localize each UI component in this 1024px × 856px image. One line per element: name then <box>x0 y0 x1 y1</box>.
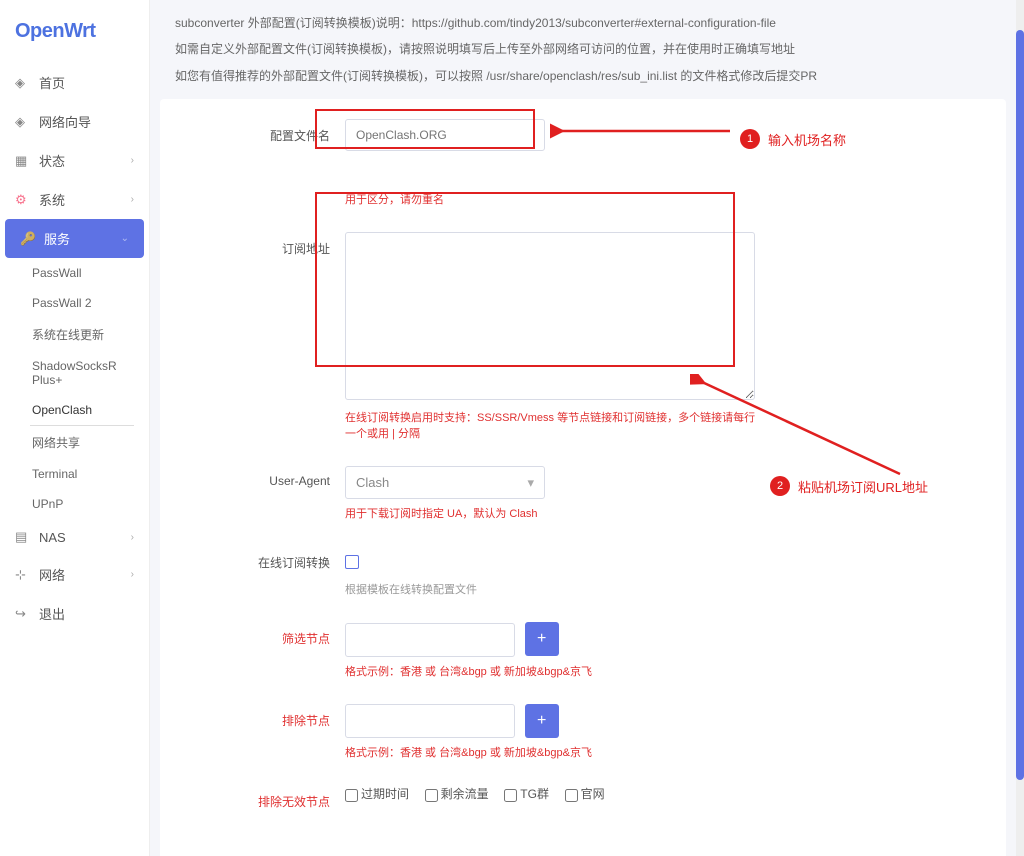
label-config-name: 配置文件名 <box>190 119 345 144</box>
scrollbar-thumb[interactable] <box>1016 30 1024 780</box>
nav-status[interactable]: ▦状态› <box>0 141 149 180</box>
main-content: subconverter 外部配置(订阅转换模板)说明：https://gith… <box>150 0 1016 856</box>
nav-network[interactable]: ⊹网络› <box>0 555 149 594</box>
network-icon: ⊹ <box>15 567 31 583</box>
nav-system[interactable]: ⚙系统› <box>0 180 149 219</box>
sidebar-item-upnp[interactable]: UPnP <box>0 489 149 519</box>
cube-icon: ◈ <box>15 114 31 130</box>
nav-logout[interactable]: ↪退出 <box>0 594 149 633</box>
sidebar-item-terminal[interactable]: Terminal <box>0 459 149 489</box>
scrollbar-track[interactable] <box>1016 0 1024 856</box>
nav-wizard[interactable]: ◈网络向导 <box>0 102 149 141</box>
grid-icon: ▦ <box>15 153 31 169</box>
sidebar-item-openclash[interactable]: OpenClash <box>30 395 134 426</box>
hint-url: 在线订阅转换启用时支持：SS/SSR/Vmess 等节点链接和订阅链接，多个链接… <box>345 409 765 441</box>
filter-input[interactable] <box>345 623 515 657</box>
sidebar-item-passwall2[interactable]: PassWall 2 <box>0 288 149 318</box>
chevron-down-icon: ⌄ <box>121 233 129 244</box>
chevron-right-icon: › <box>131 194 134 205</box>
chevron-right-icon: › <box>131 569 134 580</box>
cb-expire[interactable] <box>345 789 358 802</box>
exclude-input[interactable] <box>345 704 515 738</box>
cb-site[interactable] <box>565 789 578 802</box>
sidebar-item-share[interactable]: 网络共享 <box>0 426 149 459</box>
ua-select[interactable]: Clash <box>345 466 545 499</box>
intro-text: subconverter 外部配置(订阅转换模板)说明：https://gith… <box>150 0 1016 99</box>
label-exclude: 排除节点 <box>190 704 345 729</box>
chevron-right-icon: › <box>131 155 134 166</box>
chevron-right-icon: › <box>131 532 134 543</box>
hint-ua: 用于下载订阅时指定 UA，默认为 Clash <box>345 505 765 521</box>
cb-tg[interactable] <box>504 789 517 802</box>
label-sub-url: 订阅地址 <box>190 232 345 257</box>
server-icon: ▤ <box>15 529 31 545</box>
hint-filter: 格式示例：香港 或 台湾&bgp 或 新加坡&bgp&京飞 <box>345 663 765 679</box>
invalid-checkboxes: 过期时间 剩余流量 TG群 官网 <box>345 785 945 802</box>
nav-nas[interactable]: ▤NAS› <box>0 519 149 555</box>
cube-icon: ◈ <box>15 75 31 91</box>
sub-url-textarea[interactable] <box>345 232 755 400</box>
config-name-input[interactable] <box>345 119 545 151</box>
hint-name: 用于区分，请勿重名 <box>345 191 765 207</box>
exclude-add-button[interactable]: + <box>525 704 559 738</box>
sidebar: OpenWrt ◈首页 ◈网络向导 ▦状态› ⚙系统› 🔑服务⌄ PassWal… <box>0 0 150 856</box>
cb-traffic[interactable] <box>425 789 438 802</box>
logout-icon: ↪ <box>15 606 31 622</box>
convert-checkbox[interactable] <box>345 555 359 569</box>
nav-services[interactable]: 🔑服务⌄ <box>5 219 144 258</box>
hint-exclude: 格式示例：香港 或 台湾&bgp 或 新加坡&bgp&京飞 <box>345 744 765 760</box>
label-ua: User-Agent <box>190 466 345 488</box>
filter-add-button[interactable]: + <box>525 622 559 656</box>
nav-home[interactable]: ◈首页 <box>0 63 149 102</box>
key-icon: 🔑 <box>20 231 36 247</box>
label-invalid: 排除无效节点 <box>190 785 345 810</box>
gear-icon: ⚙ <box>15 192 31 208</box>
sidebar-item-ssr[interactable]: ShadowSocksR Plus+ <box>0 351 149 395</box>
label-convert: 在线订阅转换 <box>190 546 345 571</box>
label-filter: 筛选节点 <box>190 622 345 647</box>
hint-convert: 根据模板在线转换配置文件 <box>345 581 765 597</box>
brand-logo: OpenWrt <box>0 0 149 63</box>
sidebar-item-passwall[interactable]: PassWall <box>0 258 149 288</box>
sidebar-item-update[interactable]: 系统在线更新 <box>0 318 149 351</box>
form-panel: 配置文件名 用于区分，请勿重名 订阅地址 在线订阅转换启用时支持：SS/SSR/… <box>160 99 1006 856</box>
